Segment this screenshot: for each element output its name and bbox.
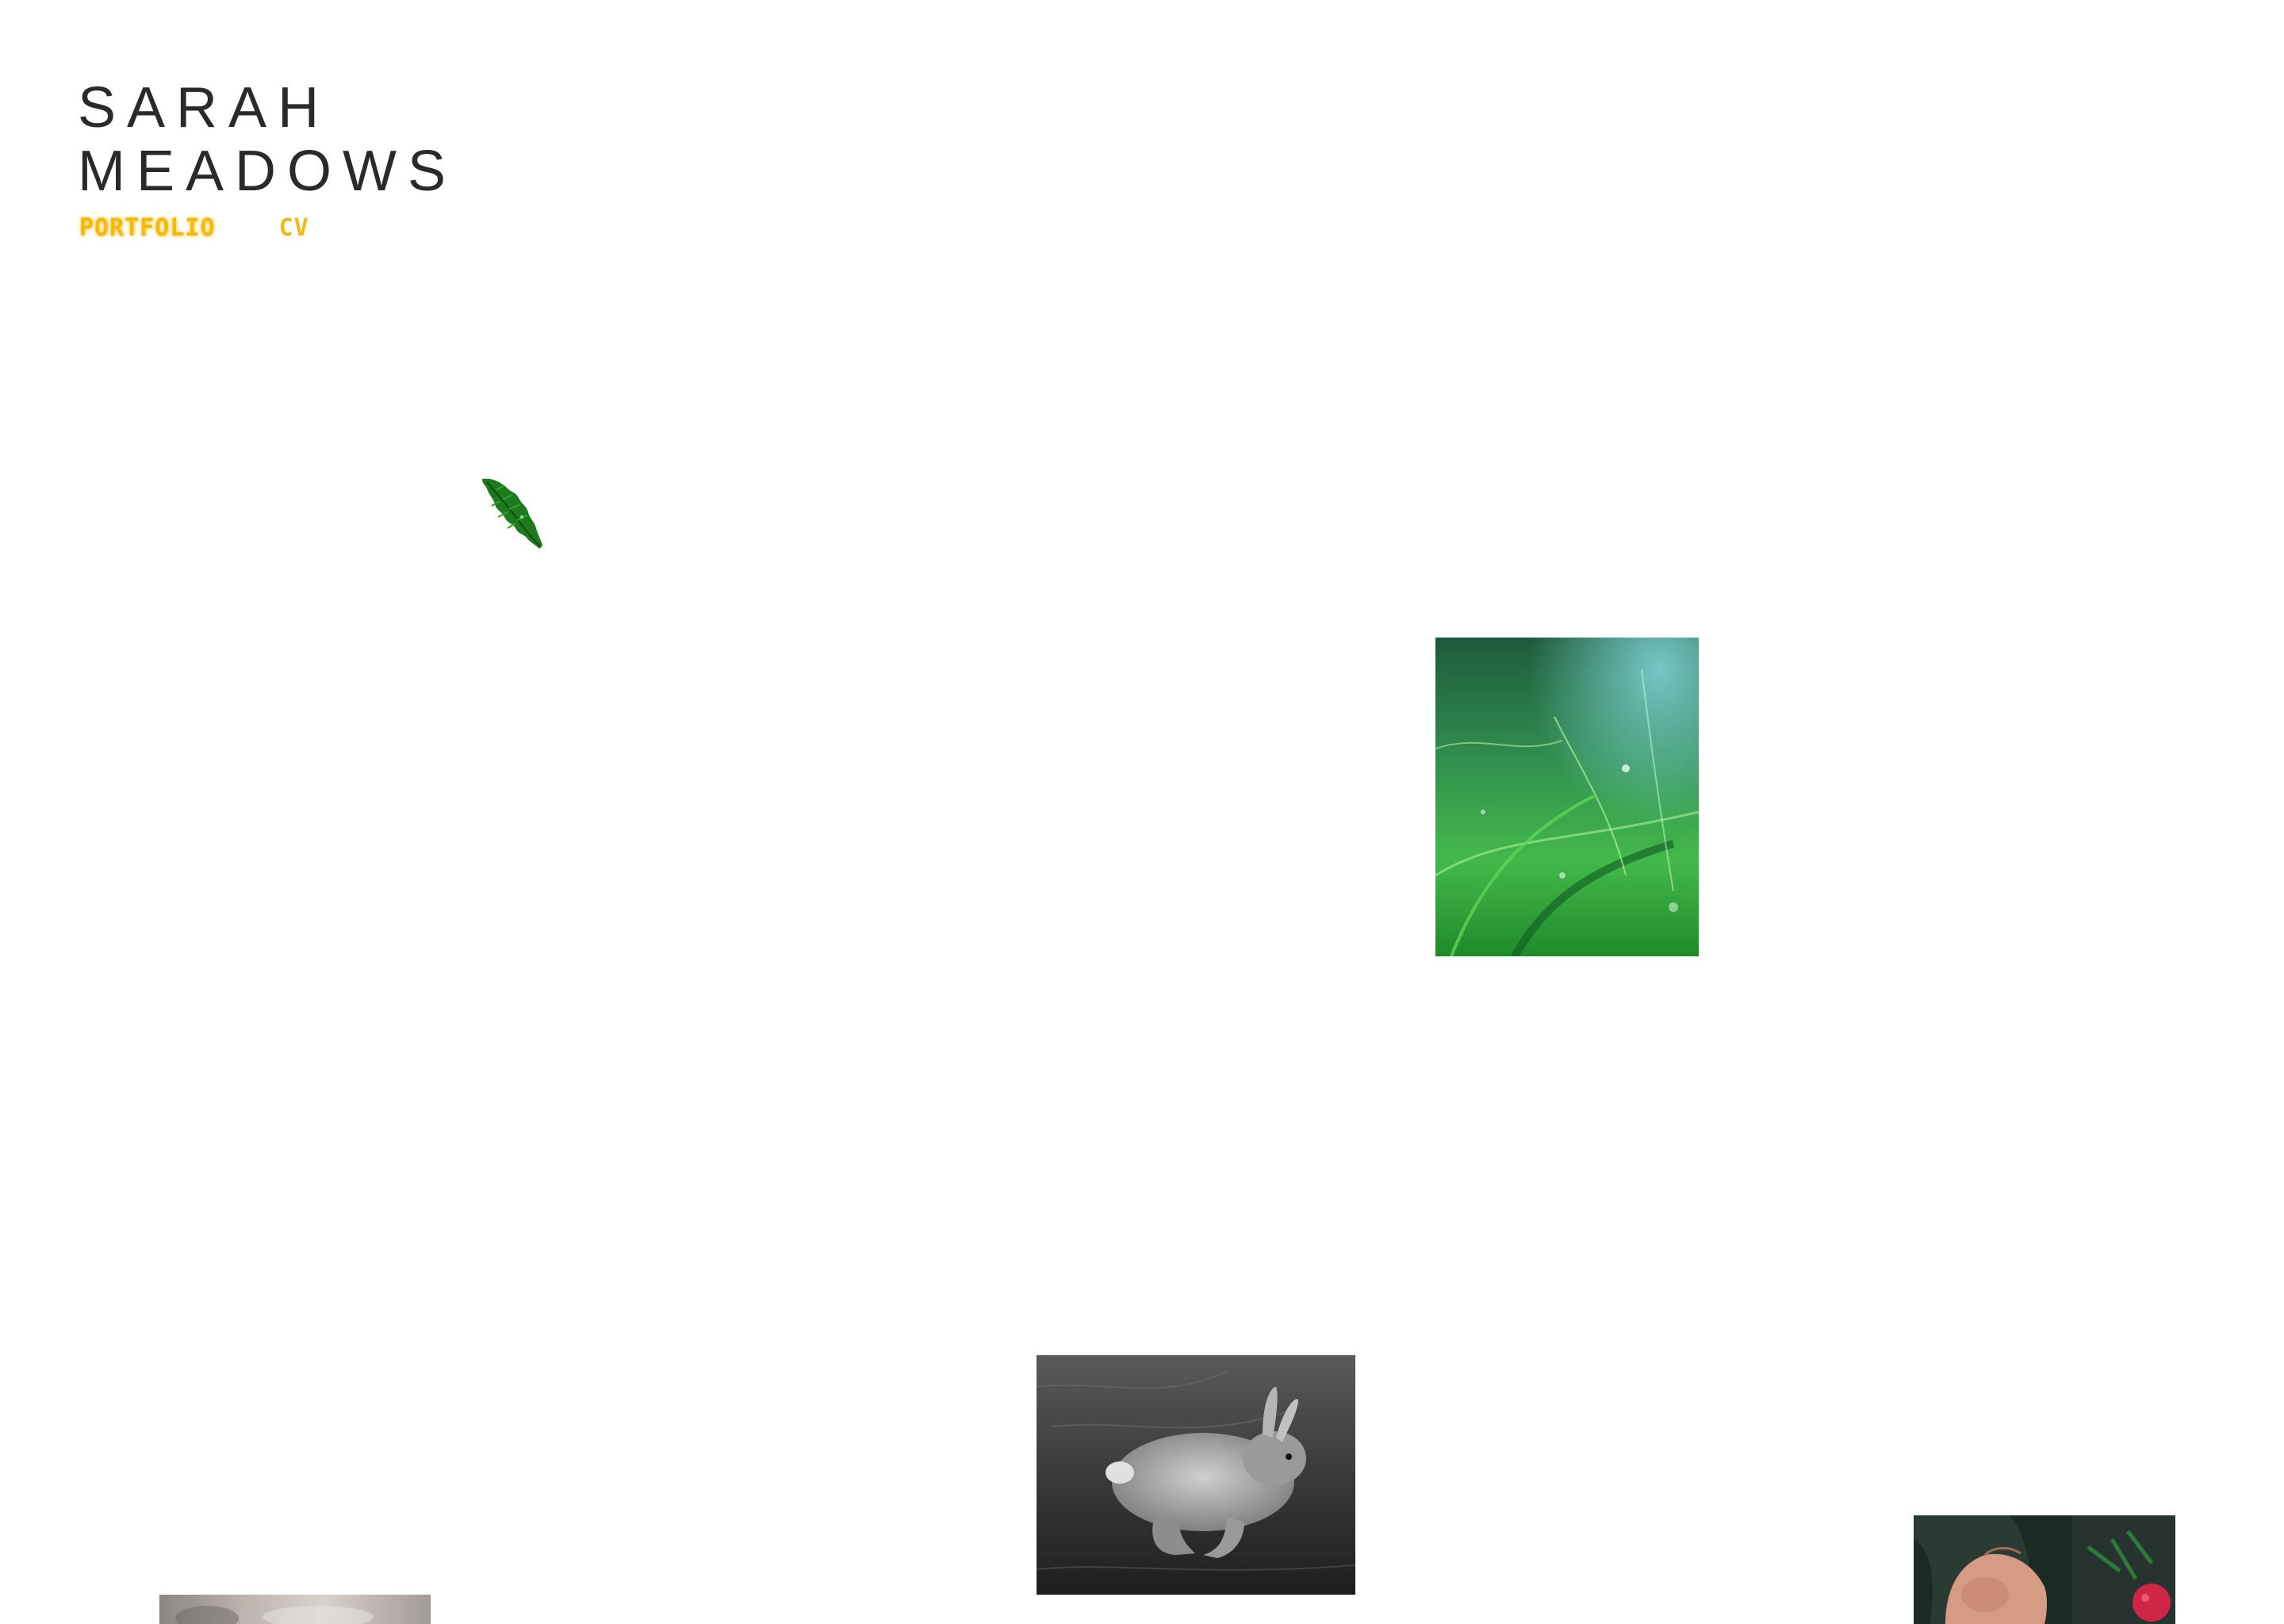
blurred-portrait-photo[interactable]: [159, 1595, 431, 1624]
nav-link-cv[interactable]: CV: [279, 214, 309, 242]
nav-link-portfolio[interactable]: PORTFOLIO: [79, 214, 216, 242]
leaf-cutout-photo[interactable]: [481, 477, 544, 550]
green-grass-photo[interactable]: [1435, 638, 1699, 956]
running-rabbit-photo[interactable]: [1037, 1355, 1355, 1595]
main-nav: PORTFOLIO CV: [79, 214, 309, 242]
hand-with-berry-photo[interactable]: [1914, 1515, 2175, 1624]
site-title-line2: MEADOWS: [78, 140, 458, 203]
site-title-line1: SARAH: [78, 76, 331, 140]
site-title[interactable]: SARAH MEADOWS: [78, 76, 457, 203]
